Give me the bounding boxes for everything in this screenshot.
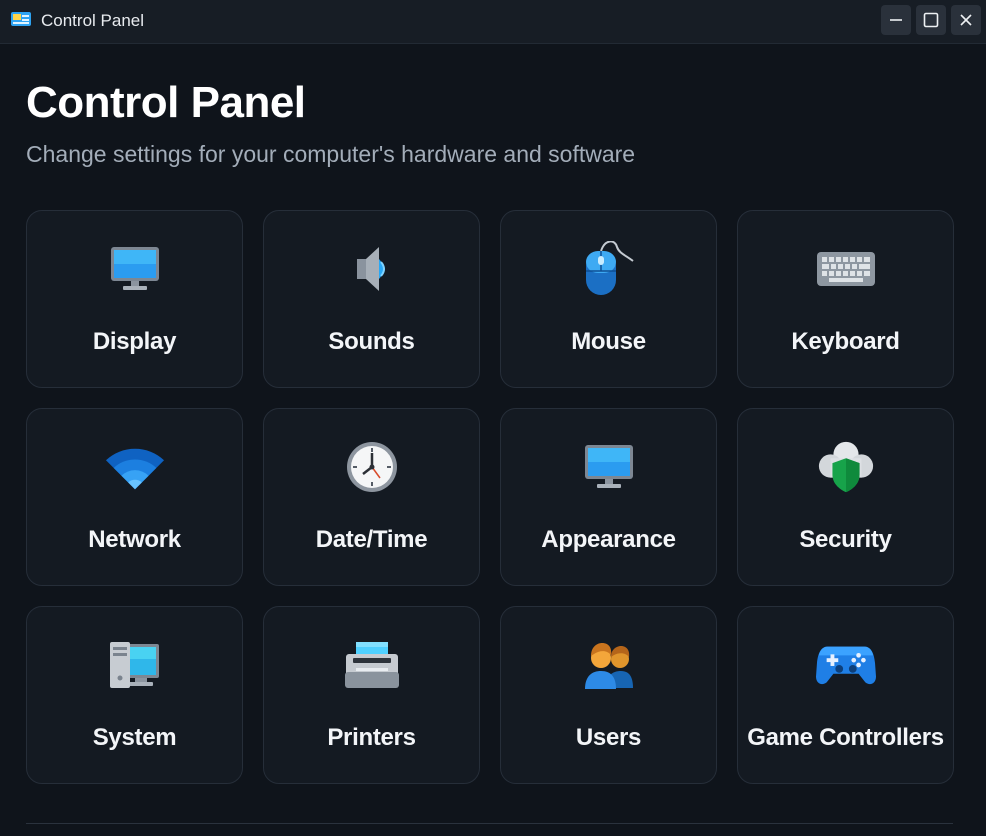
tile-label: Network [88,526,181,553]
clock-icon [342,437,402,497]
tile-keyboard[interactable]: Keyboard [737,210,954,388]
mouse-icon [579,239,639,299]
minimize-icon [889,13,903,27]
page-subtitle: Change settings for your computer's hard… [26,141,636,167]
tile-system[interactable]: System [26,606,243,784]
tile-display[interactable]: Display [26,210,243,388]
speaker-icon [342,239,402,299]
divider [26,823,953,824]
tile-label: Keyboard [791,328,900,355]
tile-label: Security [799,526,892,553]
settings-grid: Display Sounds Mouse Keyboard Network Da… [26,210,954,784]
monitor-icon [105,239,165,299]
keyboard-icon [816,239,876,299]
tile-label: Game Controllers [747,724,944,751]
tile-label: Mouse [571,328,646,355]
maximize-button[interactable] [916,5,946,35]
monitor-icon [579,437,639,497]
tile-label: Appearance [541,526,676,553]
tile-network[interactable]: Network [26,408,243,586]
window-title: Control Panel [41,11,145,30]
close-icon [959,13,973,27]
computer-icon [105,635,165,695]
tile-game-controllers[interactable]: Game Controllers [737,606,954,784]
tile-date-time[interactable]: Date/Time [263,408,480,586]
tile-sounds[interactable]: Sounds [263,210,480,388]
wifi-icon [105,437,165,497]
minimize-button[interactable] [881,5,911,35]
tile-appearance[interactable]: Appearance [500,408,717,586]
tile-label: System [92,724,177,751]
shield-cloud-icon [816,437,876,497]
tile-label: Date/Time [315,526,428,553]
title-bar: Control Panel [0,0,986,44]
maximize-icon [923,12,939,28]
tile-mouse[interactable]: Mouse [500,210,717,388]
close-button[interactable] [951,5,981,35]
tile-security[interactable]: Security [737,408,954,586]
tile-label: Users [575,724,642,751]
control-panel-app-icon [11,12,31,28]
tile-users[interactable]: Users [500,606,717,784]
page-title: Control Panel [26,78,306,127]
tile-label: Display [92,328,177,355]
tile-printers[interactable]: Printers [263,606,480,784]
tile-label: Printers [327,724,416,751]
gamepad-icon [815,635,876,695]
tile-label: Sounds [328,328,415,355]
printer-icon [342,635,402,695]
users-icon [579,635,639,695]
